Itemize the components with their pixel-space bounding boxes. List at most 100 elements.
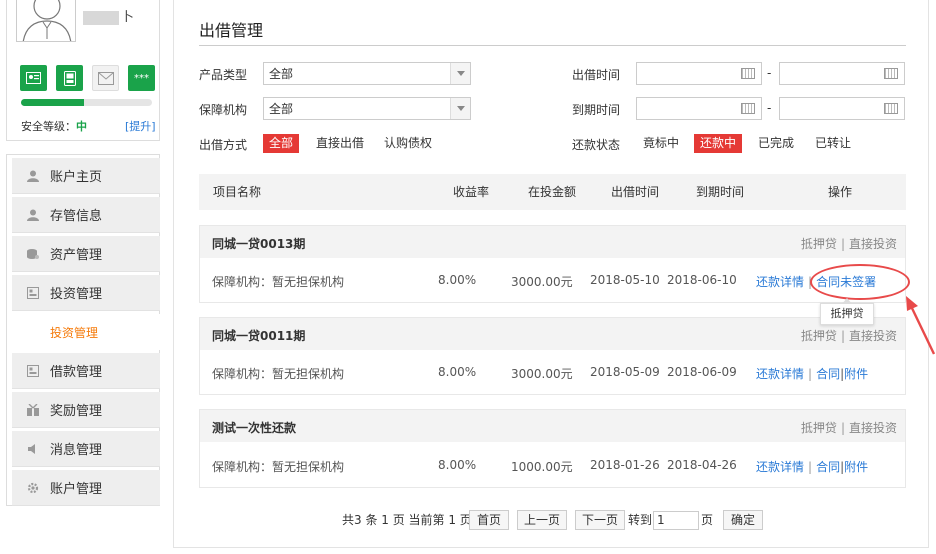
calendar-icon[interactable] xyxy=(884,103,898,114)
repay-status-completed[interactable]: 已完成 xyxy=(752,134,800,153)
lend-method-all[interactable]: 全部 xyxy=(263,134,300,153)
repay-status-transferred[interactable]: 已转让 xyxy=(809,134,857,153)
contract-link[interactable]: 合同 xyxy=(816,460,840,474)
tag-tooltip: 抵押贷 xyxy=(820,298,874,325)
due-time-end-input[interactable] xyxy=(779,97,905,120)
security-progress-bar xyxy=(21,99,152,106)
sidebar-item-investment-management[interactable]: 投资管理 xyxy=(12,275,160,311)
chevron-down-icon xyxy=(450,63,470,84)
invest-icon xyxy=(26,286,40,300)
col-rate: 收益率 xyxy=(453,185,490,199)
profile-card: 卜 *** 安全等级：中 [提升] xyxy=(6,0,160,141)
email-icon[interactable] xyxy=(92,65,119,91)
chevron-down-icon xyxy=(450,98,470,119)
calendar-icon[interactable] xyxy=(741,103,755,114)
goto-label: 转到 xyxy=(628,513,653,527)
attachment-link[interactable]: 附件 xyxy=(844,367,868,381)
sidebar-menu: 账户主页 存管信息 资产管理 投资管理 投资管理 借款管理 奖励管理 消息管理 … xyxy=(6,154,160,506)
lend-date: 2018-05-10 xyxy=(590,273,660,287)
lend-time-start-input[interactable] xyxy=(636,62,762,85)
verification-icons: *** xyxy=(20,65,155,91)
due-date: 2018-06-09 xyxy=(667,365,737,379)
pagination-summary: 共3 条 1 页 当前第 1 页 xyxy=(342,513,472,527)
due-time-start-input[interactable] xyxy=(636,97,762,120)
lend-method-direct[interactable]: 直接出借 xyxy=(310,134,370,153)
sidebar-item-custody-info[interactable]: 存管信息 xyxy=(12,197,160,233)
sidebar-item-reward-management[interactable]: 奖励管理 xyxy=(12,392,160,428)
col-project-name: 项目名称 xyxy=(213,185,262,199)
page-number-input[interactable]: 1 xyxy=(653,511,699,530)
amount-value: 1000.00元 xyxy=(511,460,573,474)
attachment-link[interactable]: 附件 xyxy=(844,460,868,474)
next-page-button[interactable]: 下一页 xyxy=(575,510,625,530)
project-tags: 抵押贷 | 直接投资 xyxy=(800,237,897,251)
phone-icon[interactable] xyxy=(56,65,83,91)
project-name[interactable]: 同城一贷0013期 xyxy=(212,235,305,252)
lend-date: 2018-01-26 xyxy=(590,458,660,472)
guarantor-select[interactable]: 全部 xyxy=(263,97,471,120)
guarantor-text: 保障机构：暂无担保机构 xyxy=(212,367,345,381)
product-type-select[interactable]: 全部 xyxy=(263,62,471,85)
user-icon xyxy=(26,208,40,222)
upgrade-link[interactable]: [提升] xyxy=(125,118,156,134)
username: 卜 xyxy=(83,6,134,25)
main-panel: 出借管理 产品类型 全部 出借时间 - 保障机构 全部 到期时间 - 出借方式 … xyxy=(173,0,929,548)
lend-date: 2018-05-09 xyxy=(590,365,660,379)
lend-method-debt[interactable]: 认购债权 xyxy=(378,134,438,153)
user-icon xyxy=(26,169,40,183)
sidebar-item-loan-management[interactable]: 借款管理 xyxy=(12,353,160,389)
repay-detail-link[interactable]: 还款详情 xyxy=(756,275,804,289)
product-type-label: 产品类型 xyxy=(199,68,248,82)
loan-icon xyxy=(26,364,40,378)
id-card-icon[interactable] xyxy=(20,65,47,91)
annotation-arrow-icon xyxy=(906,296,936,355)
password-icon[interactable]: *** xyxy=(128,65,155,91)
project-name[interactable]: 测试一次性还款 xyxy=(212,419,296,436)
row-header: 测试一次性还款 抵押贷 | 直接投资 xyxy=(200,410,905,442)
rate-value: 8.00% xyxy=(438,365,477,379)
project-tags: 抵押贷 | 直接投资 xyxy=(800,421,897,435)
sidebar-item-account-home[interactable]: 账户主页 xyxy=(12,158,160,194)
page-title: 出借管理 xyxy=(199,21,264,40)
project-name[interactable]: 同城一贷0011期 xyxy=(212,327,305,344)
repay-detail-link[interactable]: 还款详情 xyxy=(756,460,804,474)
table-header: 项目名称 收益率 在投金额 出借时间 到期时间 操作 xyxy=(199,174,906,210)
repay-status-label: 还款状态 xyxy=(572,138,621,152)
lend-time-end-input[interactable] xyxy=(779,62,905,85)
calendar-icon[interactable] xyxy=(741,68,755,79)
asset-icon xyxy=(26,247,40,261)
speaker-icon xyxy=(26,442,40,456)
security-progress-fill xyxy=(21,99,84,106)
repay-detail-link[interactable]: 还款详情 xyxy=(756,367,804,381)
amount-value: 3000.00元 xyxy=(511,367,573,381)
due-date: 2018-04-26 xyxy=(667,458,737,472)
title-divider xyxy=(199,45,906,46)
calendar-icon[interactable] xyxy=(884,68,898,79)
page-unit-label: 页 xyxy=(701,513,714,527)
highlight-ring xyxy=(810,264,910,300)
confirm-button[interactable]: 确定 xyxy=(723,510,763,530)
range-dash: - xyxy=(767,101,772,115)
rate-value: 8.00% xyxy=(438,273,477,287)
due-date: 2018-06-10 xyxy=(667,273,737,287)
sidebar-item-asset-management[interactable]: 资产管理 xyxy=(12,236,160,272)
sidebar-item-account-management[interactable]: 账户管理 xyxy=(12,470,160,506)
repay-status-bidding[interactable]: 竟标中 xyxy=(637,134,685,153)
due-time-label: 到期时间 xyxy=(572,103,621,117)
sidebar-subitem-investment[interactable]: 投资管理 xyxy=(12,314,160,350)
repay-status-repaying[interactable]: 还款中 xyxy=(694,134,743,153)
gift-icon xyxy=(26,403,40,417)
avatar[interactable] xyxy=(16,0,76,42)
prev-page-button[interactable]: 上一页 xyxy=(517,510,567,530)
actions: 还款详情 | 合同|附件 xyxy=(756,460,869,474)
table-row: 同城一贷0011期 抵押贷 | 直接投资 保障机构：暂无担保机构 8.00% 300… xyxy=(199,317,906,395)
actions: 还款详情 | 合同|附件 xyxy=(756,367,869,381)
sidebar-item-message-management[interactable]: 消息管理 xyxy=(12,431,160,467)
first-page-button[interactable]: 首页 xyxy=(469,510,509,530)
contract-link[interactable]: 合同 xyxy=(816,367,840,381)
col-amount: 在投金额 xyxy=(528,185,577,199)
col-lend-time: 出借时间 xyxy=(611,185,660,199)
table-row: 测试一次性还款 抵押贷 | 直接投资 保障机构：暂无担保机构 8.00% 1000.… xyxy=(199,409,906,488)
col-due-time: 到期时间 xyxy=(696,185,745,199)
project-tags: 抵押贷 | 直接投资 xyxy=(800,329,897,343)
